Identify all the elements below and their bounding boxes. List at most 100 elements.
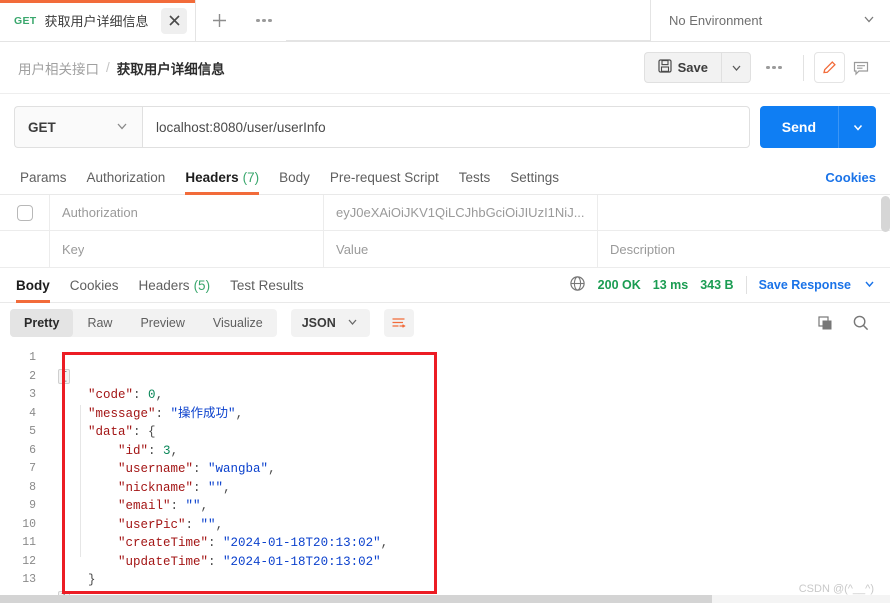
view-raw[interactable]: Raw bbox=[73, 309, 126, 337]
floppy-disk-icon bbox=[658, 59, 672, 76]
comment-icon[interactable] bbox=[845, 52, 876, 83]
response-format-selector[interactable]: JSON bbox=[290, 309, 370, 337]
header-description-cell[interactable] bbox=[598, 195, 890, 230]
header-value-cell[interactable]: eyJ0eXAiOiJKV1QiLCJhbGciOiJIUzI1NiJ... bbox=[324, 195, 598, 230]
chevron-down-icon[interactable] bbox=[863, 277, 876, 293]
json-value: "2024-01-18T20:13:02" bbox=[223, 554, 381, 569]
meta-divider bbox=[745, 276, 747, 294]
code-line: "email": "", bbox=[58, 497, 890, 516]
response-tab-headers-count: (5) bbox=[193, 277, 211, 293]
placeholder-description-cell[interactable]: Description bbox=[598, 231, 890, 267]
send-dropdown-button[interactable] bbox=[838, 106, 876, 148]
json-key: "userPic" bbox=[118, 517, 186, 532]
watermark: CSDN @(^__^) bbox=[798, 583, 874, 595]
tab-params-label: Params bbox=[20, 169, 67, 185]
wrap-lines-icon[interactable] bbox=[383, 309, 414, 337]
tab-params[interactable]: Params bbox=[10, 160, 77, 195]
line-number: 8 bbox=[29, 480, 36, 494]
view-pretty[interactable]: Pretty bbox=[10, 309, 74, 337]
json-punct: , bbox=[200, 499, 209, 513]
table-row-placeholder: Key Value Description bbox=[0, 231, 890, 267]
tab-tests[interactable]: Tests bbox=[449, 160, 501, 195]
header-row-checkbox[interactable] bbox=[0, 195, 50, 230]
json-key: "id" bbox=[118, 443, 149, 458]
line-number: 9 bbox=[29, 499, 36, 512]
response-tab-test-results[interactable]: Test Results bbox=[220, 268, 314, 303]
tab-headers-count: (7) bbox=[242, 169, 260, 185]
tab-authorization[interactable]: Authorization bbox=[77, 160, 176, 195]
search-icon[interactable] bbox=[845, 308, 876, 339]
breadcrumb-current: 获取用户详细信息 bbox=[116, 61, 225, 77]
header-value-text: eyJ0eXAiOiJKV1QiLCJhbGciOiJIUzI1NiJ... bbox=[336, 205, 585, 220]
line-number: 4 bbox=[29, 406, 36, 420]
json-punct: , bbox=[155, 388, 164, 402]
headers-scrollbar[interactable] bbox=[881, 196, 890, 232]
code-line: "message": "操作成功", bbox=[58, 405, 890, 424]
json-code[interactable]: { "code": 0, "message": "操作成功", "data": … bbox=[48, 343, 890, 603]
close-icon[interactable] bbox=[161, 7, 187, 34]
horizontal-scrollbar-thumb[interactable] bbox=[0, 595, 712, 603]
response-body-viewer[interactable]: 1 2 3 4 5 6 7 8 9 10 11 12 13 { "code": … bbox=[0, 343, 890, 603]
line-number: 11 bbox=[22, 536, 36, 549]
plus-icon[interactable] bbox=[196, 0, 242, 41]
cookies-link[interactable]: Cookies bbox=[825, 170, 876, 185]
line-number-gutter: 1 2 3 4 5 6 7 8 9 10 11 12 13 bbox=[0, 343, 48, 591]
status-badge: 200 OK bbox=[597, 278, 641, 292]
tab-settings-label: Settings bbox=[510, 169, 559, 185]
breadcrumb-parent[interactable]: 用户相关接口 bbox=[18, 58, 99, 78]
save-button[interactable]: Save bbox=[643, 52, 721, 83]
header-key-cell[interactable]: Authorization bbox=[50, 195, 324, 230]
tab-settings[interactable]: Settings bbox=[500, 160, 569, 195]
tab-method-label: GET bbox=[14, 14, 37, 27]
tab-bar: GET 获取用户详细信息 No Environment bbox=[0, 0, 890, 42]
copy-icon[interactable] bbox=[810, 308, 841, 339]
response-time: 13 ms bbox=[652, 278, 689, 292]
tab-pre-request-script[interactable]: Pre-request Script bbox=[320, 160, 449, 195]
line-number: 3 bbox=[29, 388, 36, 401]
json-punct: , bbox=[215, 517, 224, 532]
table-row: Authorization eyJ0eXAiOiJKV1QiLCJhbGciOi… bbox=[0, 195, 890, 231]
json-punct: : bbox=[148, 443, 164, 458]
http-method-selector[interactable]: GET bbox=[14, 106, 142, 148]
tab-body[interactable]: Body bbox=[269, 160, 320, 195]
placeholder-value-text: Value bbox=[336, 241, 369, 257]
send-button[interactable]: Send bbox=[759, 106, 838, 148]
pencil-icon[interactable] bbox=[814, 52, 845, 83]
response-tab-body[interactable]: Body bbox=[6, 268, 60, 303]
json-key: "message" bbox=[88, 406, 156, 421]
indent-guide bbox=[80, 405, 81, 557]
url-input[interactable]: localhost:8080/user/userInfo bbox=[142, 106, 750, 148]
placeholder-value-cell[interactable]: Value bbox=[324, 231, 598, 267]
response-size: 343 B bbox=[700, 278, 734, 292]
response-tab-cookies[interactable]: Cookies bbox=[60, 268, 129, 303]
ellipsis-icon[interactable] bbox=[242, 0, 286, 41]
save-button-label: Save bbox=[677, 60, 708, 75]
tab-headers[interactable]: Headers (7) bbox=[175, 160, 269, 195]
request-more-menu[interactable] bbox=[755, 65, 793, 70]
code-line: "code": 0, bbox=[58, 386, 890, 405]
response-tab-headers[interactable]: Headers (5) bbox=[129, 268, 221, 303]
fold-toggle-open[interactable]: { bbox=[58, 368, 70, 384]
postman-window: GET 获取用户详细信息 No Environment 用户相关接口 / 获取用… bbox=[0, 0, 890, 603]
tab-pre-request-script-label: Pre-request Script bbox=[329, 169, 439, 185]
json-punct: : bbox=[208, 536, 224, 550]
request-tab-active[interactable]: GET 获取用户详细信息 bbox=[0, 0, 196, 41]
view-preview[interactable]: Preview bbox=[126, 309, 198, 337]
tab-authorization-label: Authorization bbox=[86, 169, 166, 185]
line-number: 7 bbox=[29, 462, 36, 475]
save-dropdown-button[interactable] bbox=[721, 52, 751, 83]
tab-body-label: Body bbox=[279, 169, 310, 185]
code-line: { bbox=[58, 368, 890, 387]
json-key: "data" bbox=[88, 425, 134, 439]
json-punct: } bbox=[88, 573, 96, 587]
environment-selector[interactable]: No Environment bbox=[650, 0, 890, 41]
chevron-down-icon bbox=[862, 12, 876, 29]
view-visualize[interactable]: Visualize bbox=[199, 309, 277, 337]
line-number: 12 bbox=[22, 554, 36, 568]
line-number: 2 bbox=[29, 369, 36, 383]
response-body-toolbar: Pretty Raw Preview Visualize JSON bbox=[0, 303, 890, 343]
breadcrumb-separator: / bbox=[106, 60, 110, 75]
json-punct: , bbox=[380, 536, 389, 550]
placeholder-key-cell[interactable]: Key bbox=[50, 231, 324, 267]
save-response-button[interactable]: Save Response bbox=[759, 278, 851, 292]
